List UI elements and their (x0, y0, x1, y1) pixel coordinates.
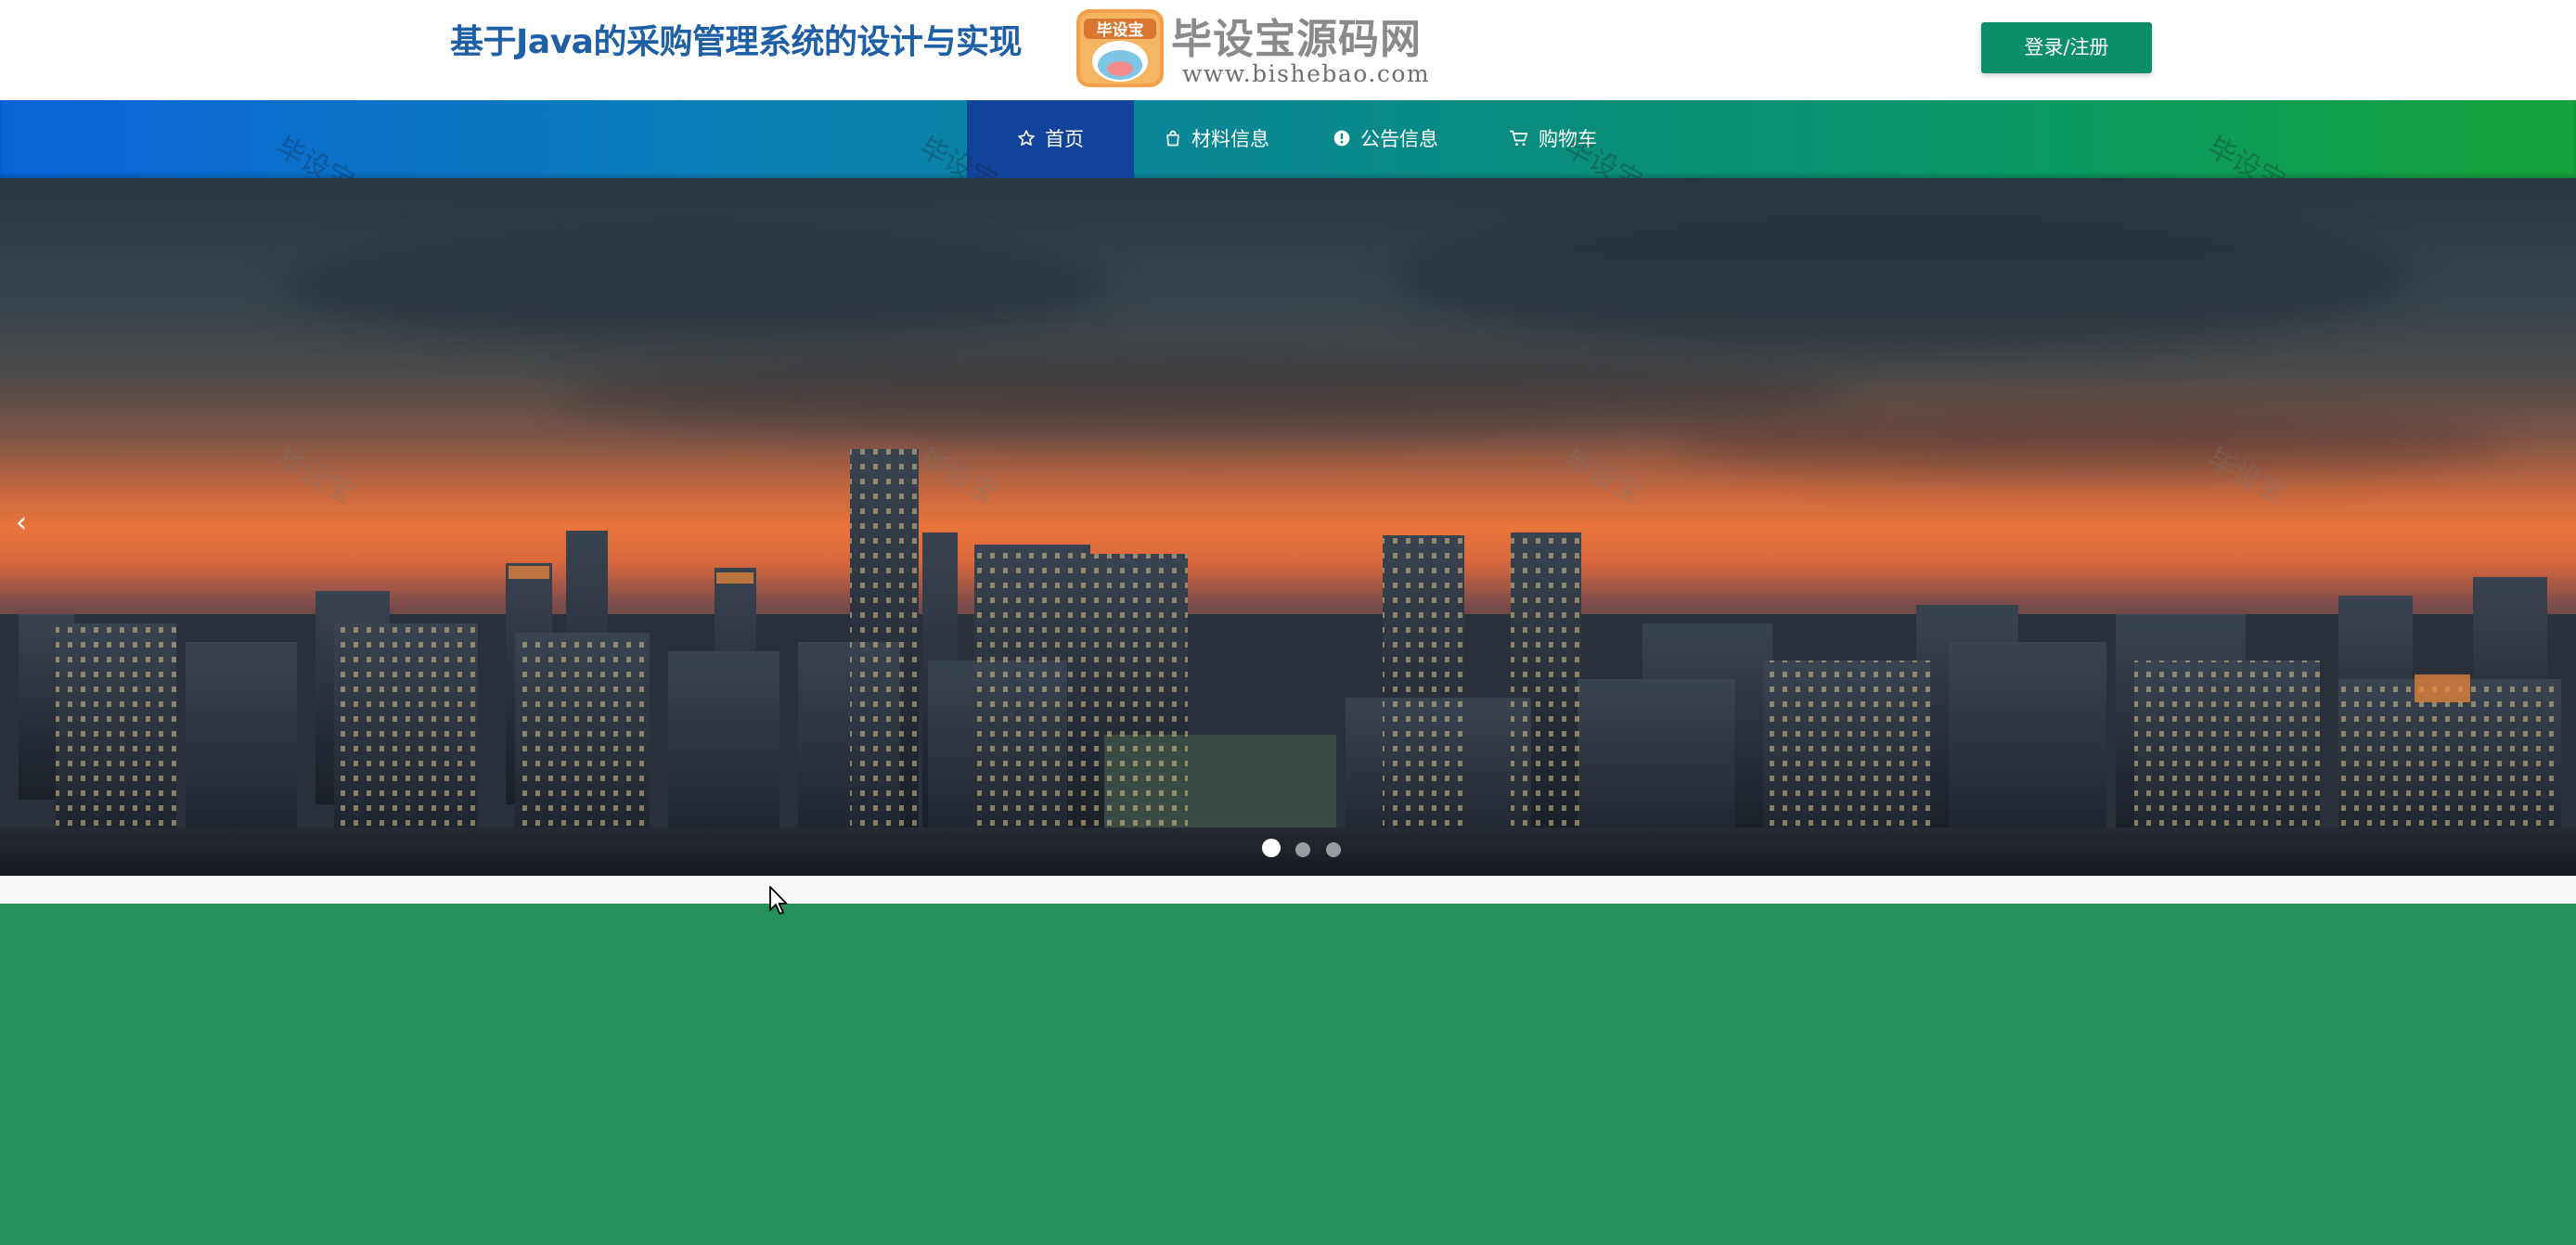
logo-badge-icon: 毕设宝 (1076, 9, 1164, 87)
site-title: 基于Java的采购管理系统的设计与实现 (450, 23, 1022, 61)
nav-item-label: 公告信息 (1360, 128, 1438, 150)
nav-item-label: 首页 (1045, 128, 1084, 150)
section-divider (0, 876, 2576, 904)
site-header: 基于Java的采购管理系统的设计与实现 毕设宝 毕设宝源码网 www.bishe… (0, 0, 2576, 100)
shopping-bag-icon (1166, 130, 1179, 147)
nav-item-materials[interactable]: 材料信息 (1164, 100, 1269, 178)
nav-item-label: 购物车 (1539, 128, 1597, 150)
nav-item-home[interactable]: 首页 (967, 100, 1134, 178)
carousel-dot[interactable] (1262, 839, 1281, 857)
logo-name: 毕设宝源码网 (1171, 16, 1422, 63)
cart-icon (1510, 130, 1528, 147)
mouse-cursor-icon (769, 886, 788, 915)
content-section (0, 904, 2576, 1245)
star-icon (1018, 130, 1035, 146)
site-logo[interactable]: 毕设宝 毕设宝源码网 www.bishebao.com (1075, 7, 1431, 89)
hero-banner[interactable]: 毕设宝 毕设宝 毕设宝 毕设宝 ‹ (0, 178, 2576, 876)
logo-url: www.bishebao.com (1182, 60, 1431, 87)
logo-badge-text: 毕设宝 (1097, 20, 1144, 40)
carousel-dot[interactable] (1325, 842, 1341, 857)
info-circle-icon (1333, 130, 1350, 147)
nav-item-notices[interactable]: 公告信息 (1333, 100, 1438, 178)
main-nav: 首页 材料信息 公告信息 购物车 毕设宝 毕设宝 毕设宝 毕设宝 (0, 100, 2576, 199)
nav-item-cart[interactable]: 购物车 (1509, 100, 1597, 178)
nav-item-label: 材料信息 (1191, 128, 1269, 150)
login-register-button[interactable]: 登录/注册 (1981, 22, 2152, 73)
carousel-prev-arrow[interactable]: ‹ (7, 505, 35, 542)
carousel-dot[interactable] (1295, 842, 1311, 857)
carousel-indicators (1262, 839, 1352, 857)
city-skyline-image (0, 449, 2576, 876)
